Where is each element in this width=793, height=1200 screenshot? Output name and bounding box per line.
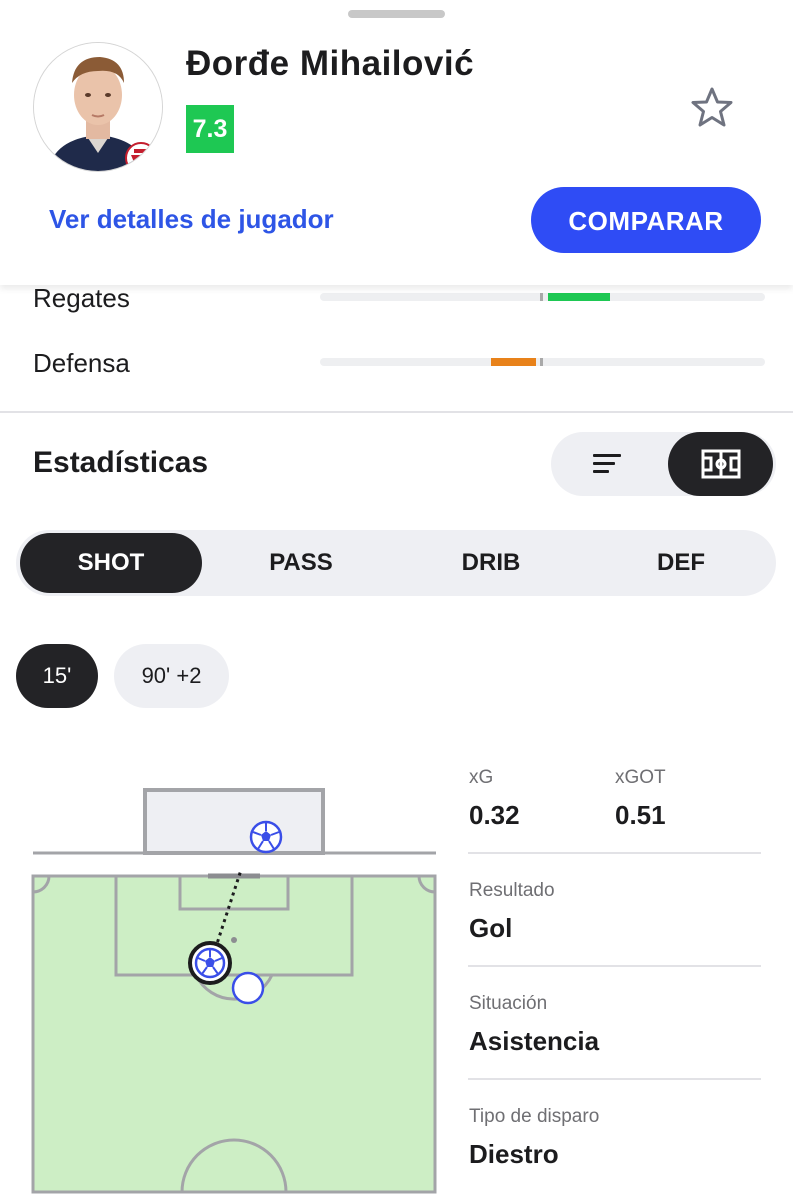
stat-type-tabs: SHOT PASS DRIB DEF [16, 530, 776, 596]
compare-button[interactable]: COMPARAR [531, 187, 761, 253]
pitch-area [31, 874, 437, 1194]
tab-def[interactable]: DEF [591, 533, 771, 593]
pitch-view-option[interactable] [668, 432, 773, 496]
xgot-value: 0.51 [615, 800, 666, 830]
pitch-icon [701, 449, 740, 479]
attribute-bar-fill [491, 358, 536, 366]
detail-divider [468, 852, 761, 854]
ball-in-goal-icon [249, 820, 283, 854]
sheet-grabber[interactable] [348, 10, 445, 18]
result-value: Gol [469, 913, 513, 943]
attribute-bar-dribbling [320, 293, 765, 301]
player-details-link[interactable]: Ver detalles de jugador [49, 204, 334, 235]
tab-pass[interactable]: PASS [211, 533, 391, 593]
xg-value: 0.32 [469, 800, 520, 830]
detail-divider [468, 965, 761, 967]
situation-label: Situación [469, 993, 548, 1014]
attribute-bar-midpoint [540, 358, 543, 366]
ball-icon [194, 947, 226, 979]
shot-type-label: Tipo de disparo [469, 1106, 600, 1127]
attribute-label-defense: Defensa [33, 348, 130, 378]
view-toggle [551, 432, 776, 496]
penalty-spot [231, 937, 237, 943]
list-view-option[interactable] [551, 432, 663, 496]
player-avatar [33, 42, 163, 172]
player-sheet: Regates Defensa Đorđe Mihailović 7.3 Ver… [0, 0, 793, 1200]
xgot-label: xGOT [615, 767, 666, 788]
other-shot-marker [231, 971, 265, 1005]
attribute-bar-fill [548, 293, 610, 301]
stats-section-title: Estadísticas [33, 446, 209, 479]
shot-time-chip[interactable]: 90' +2 [114, 644, 229, 708]
detail-divider [468, 1078, 761, 1080]
tab-drib[interactable]: DRIB [401, 533, 581, 593]
shot-time-chip[interactable]: 15' [16, 644, 98, 708]
list-icon [593, 454, 621, 473]
section-divider [0, 411, 793, 413]
attribute-bar-defense [320, 358, 765, 366]
situation-value: Asistencia [469, 1026, 600, 1056]
tab-shot[interactable]: SHOT [20, 533, 202, 593]
goal-frame [143, 788, 325, 855]
rating-badge: 7.3 [186, 105, 234, 153]
attribute-bar-midpoint [540, 293, 543, 301]
star-icon[interactable] [690, 86, 734, 133]
shot-map [31, 788, 437, 1194]
player-header: Đorđe Mihailović 7.3 Ver detalles de jug… [0, 0, 793, 285]
result-label: Resultado [469, 880, 555, 901]
attribute-label-dribbling: Regates [33, 283, 130, 313]
xg-label: xG [469, 767, 494, 788]
player-name: Đorđe Mihailović [186, 44, 475, 83]
shot-type-value: Diestro [469, 1139, 559, 1169]
